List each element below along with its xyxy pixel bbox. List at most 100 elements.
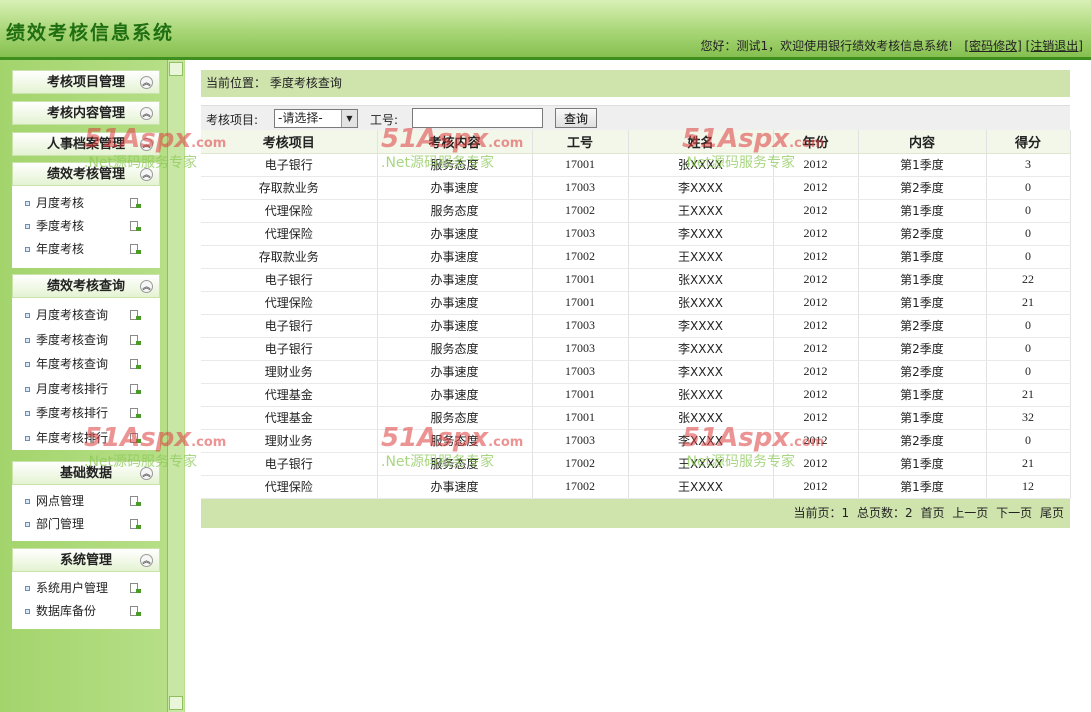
first-page-link[interactable]: 首页 — [920, 506, 944, 520]
cell-worker-id: 17001 — [532, 268, 629, 292]
document-icon — [130, 496, 141, 506]
next-page-link[interactable]: 下一页 — [996, 506, 1032, 520]
collapse-icon[interactable]: ︽ — [140, 168, 153, 181]
col-header-name[interactable]: 姓名 — [628, 130, 774, 154]
menu-item-branch[interactable]: 网点管理 — [12, 490, 160, 513]
worker-id-input[interactable] — [412, 108, 543, 128]
col-header-content[interactable]: 考核内容 — [377, 130, 533, 154]
query-button[interactable]: 查询 — [555, 108, 597, 128]
filter-bar: 考核项目: -请选择- ▼ 工号: 查询 — [201, 105, 1070, 130]
cell-period: 第1季度 — [858, 406, 987, 430]
scroll-down-arrow[interactable] — [169, 696, 183, 710]
cell-name: 李XXXX — [628, 176, 774, 200]
col-header-worker-id[interactable]: 工号 — [532, 130, 629, 154]
cell-score: 32 — [986, 406, 1071, 430]
menu-header-label: 考核项目管理 — [46, 75, 125, 90]
table-row[interactable]: 代理保险 办事速度 17001 张XXXX 2012 第1季度 21 — [201, 291, 1071, 315]
cell-worker-id: 17002 — [532, 475, 629, 499]
menu-header-assessment[interactable]: 绩效考核管理 ︽ — [12, 162, 160, 186]
cell-score: 12 — [986, 475, 1071, 499]
col-header-project[interactable]: 考核项目 — [201, 130, 378, 154]
menu-item-department[interactable]: 部门管理 — [12, 513, 160, 536]
project-select[interactable]: -请选择- ▼ — [274, 109, 358, 128]
cell-name: 张XXXX — [628, 406, 774, 430]
menu-header-personnel[interactable]: 人事档案管理 ︽ — [12, 132, 160, 156]
cell-name: 李XXXX — [628, 314, 774, 338]
chevron-down-icon[interactable]: ▼ — [341, 110, 357, 127]
cell-year: 2012 — [773, 199, 859, 223]
table-row[interactable]: 电子银行 服务态度 17002 王XXXX 2012 第1季度 21 — [201, 452, 1071, 476]
col-header-score[interactable]: 得分 — [986, 130, 1071, 154]
table-row[interactable]: 代理保险 办事速度 17002 王XXXX 2012 第1季度 12 — [201, 475, 1071, 499]
table-row[interactable]: 代理保险 服务态度 17002 王XXXX 2012 第1季度 0 — [201, 199, 1071, 223]
menu-item-system-users[interactable]: 系统用户管理 — [12, 577, 160, 600]
cell-period: 第1季度 — [858, 153, 987, 177]
menu-item-quarterly[interactable]: 季度考核 — [12, 215, 160, 238]
table-row[interactable]: 电子银行 服务态度 17003 李XXXX 2012 第2季度 0 — [201, 337, 1071, 361]
table-row[interactable]: 代理保险 办事速度 17003 李XXXX 2012 第2季度 0 — [201, 222, 1071, 246]
sidebar-scrollbar[interactable] — [167, 60, 184, 712]
scroll-up-arrow[interactable] — [169, 62, 183, 76]
bullet-icon — [25, 313, 30, 318]
table-row[interactable]: 理财业务 服务态度 17003 李XXXX 2012 第2季度 0 — [201, 429, 1071, 453]
table-row[interactable]: 电子银行 服务态度 17001 张XXXX 2012 第1季度 3 — [201, 153, 1071, 177]
cell-project: 代理保险 — [201, 222, 378, 246]
menu-item-label: 年度考核 — [36, 242, 85, 256]
table-row[interactable]: 理财业务 办事速度 17003 李XXXX 2012 第2季度 0 — [201, 360, 1071, 384]
menu-item-monthly-query[interactable]: 月度考核查询 — [12, 304, 160, 329]
cell-worker-id: 17001 — [532, 153, 629, 177]
cell-content: 办事速度 — [377, 291, 533, 315]
menu-item-yearly-query[interactable]: 年度考核查询 — [12, 353, 160, 378]
menu-header-project[interactable]: 考核项目管理 ︽ — [12, 70, 160, 94]
collapse-icon[interactable]: ︽ — [140, 467, 153, 480]
table-row[interactable]: 存取款业务 办事速度 17002 王XXXX 2012 第1季度 0 — [201, 245, 1071, 269]
cell-project: 代理基金 — [201, 406, 378, 430]
cell-score: 0 — [986, 360, 1071, 384]
table-row[interactable]: 代理基金 办事速度 17001 张XXXX 2012 第1季度 21 — [201, 383, 1071, 407]
document-icon — [130, 359, 141, 369]
bullet-icon — [25, 522, 30, 527]
cell-score: 0 — [986, 429, 1071, 453]
menu-item-db-backup[interactable]: 数据库备份 — [12, 600, 160, 623]
cell-name: 李XXXX — [628, 222, 774, 246]
menu-header-base-data[interactable]: 基础数据 ︽ — [12, 461, 160, 485]
menu-item-quarterly-query[interactable]: 季度考核查询 — [12, 329, 160, 354]
cell-period: 第2季度 — [858, 429, 987, 453]
document-icon — [130, 221, 141, 231]
collapse-icon[interactable]: ︽ — [140, 280, 153, 293]
cell-year: 2012 — [773, 452, 859, 476]
menu-header-query[interactable]: 绩效考核查询 ︽ — [12, 274, 160, 298]
menu-item-monthly-ranking[interactable]: 月度考核排行 — [12, 378, 160, 403]
table-header-row: 考核项目 考核内容 工号 姓名 年份 内容 得分 — [201, 130, 1071, 154]
collapse-icon[interactable]: ︽ — [140, 554, 153, 567]
table-row[interactable]: 电子银行 办事速度 17003 李XXXX 2012 第2季度 0 — [201, 314, 1071, 338]
logout-link[interactable]: [注销退出] — [1026, 39, 1083, 53]
menu-item-quarterly-ranking[interactable]: 季度考核排行 — [12, 402, 160, 427]
welcome-text: 您好：测试1，欢迎使用银行绩效考核信息系统! — [700, 39, 953, 53]
bullet-icon — [25, 411, 30, 416]
col-header-period[interactable]: 内容 — [858, 130, 987, 154]
cell-content: 服务态度 — [377, 337, 533, 361]
menu-header-label: 系统管理 — [59, 553, 112, 568]
cell-period: 第2季度 — [858, 314, 987, 338]
change-password-link[interactable]: [密码修改] — [964, 39, 1021, 53]
menu-item-yearly-ranking[interactable]: 年度考核排行 — [12, 427, 160, 452]
menu-item-yearly[interactable]: 年度考核 — [12, 238, 160, 261]
collapse-icon[interactable]: ︽ — [140, 138, 153, 151]
menu-item-label: 季度考核排行 — [36, 406, 109, 420]
col-header-year[interactable]: 年份 — [773, 130, 859, 154]
table-row[interactable]: 电子银行 办事速度 17001 张XXXX 2012 第1季度 22 — [201, 268, 1071, 292]
sidebar: 考核项目管理 ︽ 考核内容管理 ︽ 人事档案管理 ︽ 绩效考核管理 ︽ 月度考核… — [0, 60, 185, 712]
cell-year: 2012 — [773, 153, 859, 177]
table-row[interactable]: 代理基金 服务态度 17001 张XXXX 2012 第1季度 32 — [201, 406, 1071, 430]
collapse-icon[interactable]: ︽ — [140, 107, 153, 120]
cell-score: 0 — [986, 337, 1071, 361]
collapse-icon[interactable]: ︽ — [140, 76, 153, 89]
menu-header-system[interactable]: 系统管理 ︽ — [12, 548, 160, 572]
last-page-link[interactable]: 尾页 — [1040, 506, 1064, 520]
menu-item-monthly[interactable]: 月度考核 — [12, 192, 160, 215]
prev-page-link[interactable]: 上一页 — [952, 506, 988, 520]
menu-header-content[interactable]: 考核内容管理 ︽ — [12, 101, 160, 125]
cell-period: 第2季度 — [858, 222, 987, 246]
table-row[interactable]: 存取款业务 办事速度 17003 李XXXX 2012 第2季度 0 — [201, 176, 1071, 200]
